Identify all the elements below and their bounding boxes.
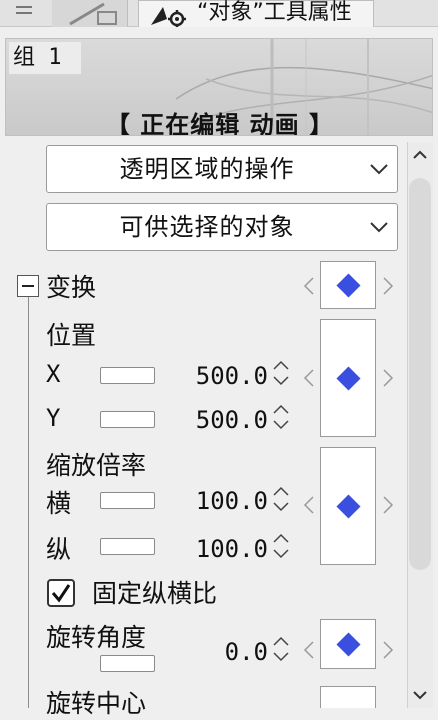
chevron-left-icon[interactable]: [302, 495, 316, 515]
chevron-right-icon[interactable]: [381, 640, 395, 660]
transparent-area-dropdown[interactable]: 透明区域的操作: [46, 145, 398, 193]
chevron-right-icon[interactable]: [381, 495, 395, 515]
keyframe-diamond-icon: [336, 273, 361, 298]
stepper-icon[interactable]: [271, 402, 291, 432]
scroll-down-icon: [413, 691, 427, 700]
position-keyframe-button[interactable]: [320, 319, 376, 437]
stepper-icon[interactable]: [271, 484, 291, 514]
transparent-area-dropdown-value: 透明区域的操作: [119, 155, 295, 183]
rotation-center-keyframe-button[interactable]: [320, 686, 376, 708]
scrollbar-thumb[interactable]: [409, 178, 431, 570]
editing-status: 【 正在编辑 动画 】: [105, 111, 335, 136]
scale-keyframe-button[interactable]: [320, 447, 376, 565]
rotation-center-label: 旋转中心: [46, 689, 147, 718]
scale-vertical-value[interactable]: 100.0: [180, 535, 268, 563]
scale-horizontal-slider[interactable]: [100, 492, 155, 509]
panel-menu-button[interactable]: [6, 0, 42, 26]
position-x-slider[interactable]: [100, 367, 155, 384]
scroll-down-button[interactable]: [408, 684, 432, 706]
transform-section-label: 变换: [46, 273, 97, 302]
rotation-label: 旋转角度: [46, 623, 147, 652]
object-tool-icon: [151, 7, 186, 27]
position-y-label: Y: [46, 404, 61, 432]
group-name: 组 1: [9, 42, 81, 74]
chevron-left-icon[interactable]: [302, 640, 316, 660]
chevron-left-icon[interactable]: [302, 276, 316, 296]
collapse-transform-button[interactable]: [17, 275, 39, 297]
position-x-value[interactable]: 500.0: [180, 362, 268, 390]
tab-object-tool-label: “对象”工具属性: [197, 0, 352, 25]
stepper-icon[interactable]: [271, 531, 291, 561]
position-y-value[interactable]: 500.0: [180, 406, 268, 434]
position-x-label: X: [46, 360, 61, 388]
tab-object-tool[interactable]: “对象”工具属性: [138, 0, 374, 27]
chevron-down-icon: [370, 222, 388, 233]
scale-label: 缩放倍率: [46, 451, 147, 480]
selectable-object-dropdown[interactable]: 可供选择的对象: [46, 203, 398, 251]
pen-tool-icon: [69, 2, 117, 26]
rotation-slider[interactable]: [100, 655, 155, 672]
checkmark-icon: [51, 584, 71, 603]
keyframe-diamond-icon: [336, 366, 361, 391]
position-y-slider[interactable]: [100, 411, 155, 428]
scroll-up-icon: [413, 150, 427, 159]
scale-horizontal-value[interactable]: 100.0: [180, 487, 268, 515]
chevron-right-icon[interactable]: [381, 368, 395, 388]
position-label: 位置: [46, 321, 97, 350]
animation-preview: 组 1 【 正在编辑 动画 】: [5, 38, 433, 136]
selectable-object-dropdown-value: 可供选择的对象: [119, 213, 295, 241]
keep-aspect-ratio-checkbox[interactable]: [47, 579, 75, 607]
tab-pen-tool[interactable]: [52, 0, 128, 27]
transform-keyframe-button[interactable]: [320, 261, 376, 309]
keyframe-diamond-icon: [336, 632, 361, 657]
chevron-left-icon[interactable]: [302, 368, 316, 388]
collapse-minus-icon: [22, 285, 34, 287]
keyframe-diamond-icon: [336, 494, 361, 519]
scale-vertical-label: 纵: [46, 535, 72, 564]
rotation-keyframe-button[interactable]: [320, 619, 376, 669]
scale-vertical-slider[interactable]: [100, 538, 155, 555]
chevron-right-icon[interactable]: [381, 276, 395, 296]
scale-horizontal-label: 横: [46, 489, 72, 518]
chevron-down-icon: [370, 164, 388, 175]
scroll-up-button[interactable]: [408, 144, 432, 166]
menu-icon: [16, 6, 32, 14]
stepper-icon[interactable]: [271, 634, 291, 664]
rotation-value[interactable]: 0.0: [200, 638, 268, 666]
tree-line: [28, 296, 29, 708]
keep-aspect-ratio-label: 固定纵横比: [92, 579, 218, 608]
stepper-icon[interactable]: [271, 358, 291, 388]
